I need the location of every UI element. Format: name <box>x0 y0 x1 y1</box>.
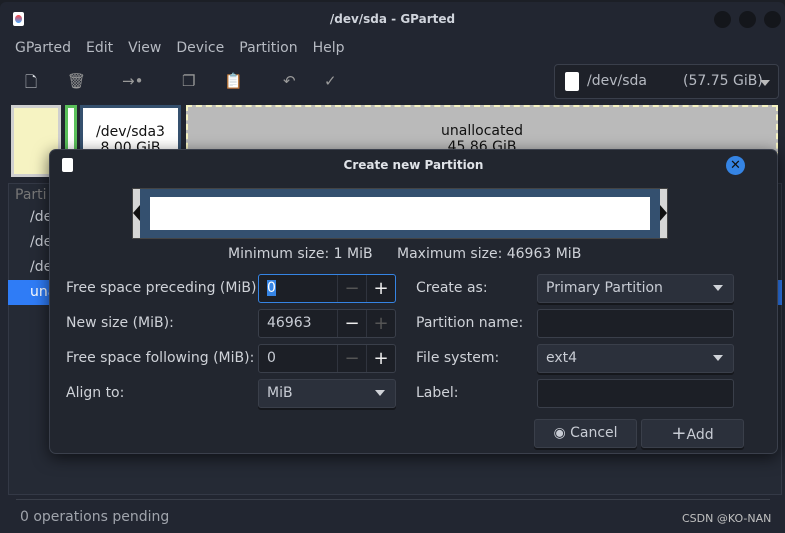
add-button[interactable]: +Add <box>641 419 744 448</box>
create-partition-dialog: Create new Partition ✕ Minimum size: 1 M… <box>49 149 778 454</box>
close-window-button[interactable] <box>764 11 781 28</box>
decrement-button[interactable]: − <box>337 345 366 372</box>
right-handle-icon[interactable] <box>660 205 667 221</box>
chevron-down-icon <box>713 285 723 291</box>
align-value: MiB <box>267 385 293 401</box>
add-label: Add <box>686 427 714 443</box>
new-size-input[interactable]: 46963 <box>267 315 312 331</box>
file-system-label: File system: <box>416 350 500 366</box>
increment-button[interactable]: + <box>366 345 395 372</box>
unallocated-name: unallocated <box>441 123 523 139</box>
preceding-input[interactable]: 0 <box>267 280 276 296</box>
chevron-down-icon <box>375 390 385 396</box>
following-spinner[interactable]: 0 − + <box>258 344 396 373</box>
menubar: GParted Edit View Device Partition Help <box>15 40 360 56</box>
menu-view[interactable]: View <box>128 40 161 56</box>
max-size-label: Maximum size: 46963 MiB <box>397 246 582 262</box>
create-as-label: Create as: <box>416 280 488 296</box>
label-input[interactable] <box>537 379 734 408</box>
file-system-value: ext4 <box>546 350 578 366</box>
window-title: /dev/sda - GParted <box>329 12 456 26</box>
align-label: Align to: <box>66 385 125 401</box>
resize-move-icon[interactable]: →• <box>122 72 143 90</box>
copy-icon[interactable]: ❐ <box>182 72 195 90</box>
decrement-button[interactable]: − <box>337 275 366 302</box>
chevron-down-icon <box>760 80 770 86</box>
menu-gparted[interactable]: GParted <box>15 40 71 56</box>
device-size: (57.75 GiB) <box>683 73 763 89</box>
create-as-select[interactable]: Primary Partition <box>537 274 734 303</box>
new-size-spinner[interactable]: 46963 − + <box>258 309 396 338</box>
cancel-label: Cancel <box>570 425 618 441</box>
new-icon[interactable]: 🗋 <box>25 72 37 97</box>
list-header: Parti <box>15 187 47 203</box>
menu-device[interactable]: Device <box>176 40 224 56</box>
delete-icon[interactable]: 🗑 <box>67 72 86 90</box>
undo-icon[interactable]: ↶ <box>283 72 296 90</box>
divider <box>16 499 770 500</box>
align-select[interactable]: MiB <box>258 379 396 408</box>
device-name: /dev/sda <box>587 73 647 89</box>
maximize-button[interactable] <box>739 11 756 28</box>
partition-name-label: Partition name: <box>416 315 524 331</box>
file-system-select[interactable]: ext4 <box>537 344 734 373</box>
menu-help[interactable]: Help <box>313 40 345 56</box>
following-label: Free space following (MiB): <box>66 350 255 366</box>
plus-icon: + <box>671 423 687 444</box>
preceding-label: Free space preceding (MiB): <box>66 280 262 296</box>
increment-button[interactable]: + <box>366 310 395 337</box>
minimize-button[interactable] <box>714 11 731 28</box>
increment-button[interactable]: + <box>366 275 395 302</box>
sda3-name: /dev/sda3 <box>96 124 165 140</box>
status-text: 0 operations pending <box>20 509 170 525</box>
left-handle-icon[interactable] <box>133 205 140 221</box>
new-size-label: New size (MiB): <box>66 315 174 331</box>
create-as-value: Primary Partition <box>546 280 663 296</box>
dialog-title: Create new Partition <box>343 158 484 172</box>
decrement-button[interactable]: − <box>337 310 366 337</box>
menu-edit[interactable]: Edit <box>86 40 113 56</box>
cancel-button[interactable]: ◉ Cancel <box>534 419 637 448</box>
menu-partition[interactable]: Partition <box>239 40 297 56</box>
watermark: CSDN @KO-NAN <box>682 512 772 525</box>
close-icon[interactable]: ✕ <box>726 156 745 175</box>
cancel-icon: ◉ <box>553 425 566 441</box>
paste-icon[interactable]: 📋 <box>224 72 243 90</box>
device-selector[interactable]: /dev/sda (57.75 GiB) <box>554 64 779 99</box>
partition-name-input[interactable] <box>537 309 734 338</box>
preceding-spinner[interactable]: 0 − + <box>258 274 396 303</box>
partition-resizer[interactable] <box>132 188 668 239</box>
apply-icon[interactable]: ✓ <box>324 72 337 90</box>
label-label: Label: <box>416 385 459 401</box>
chevron-down-icon <box>713 355 723 361</box>
following-input[interactable]: 0 <box>267 350 276 366</box>
min-size-label: Minimum size: 1 MiB <box>228 246 373 262</box>
disk-icon <box>565 72 579 91</box>
